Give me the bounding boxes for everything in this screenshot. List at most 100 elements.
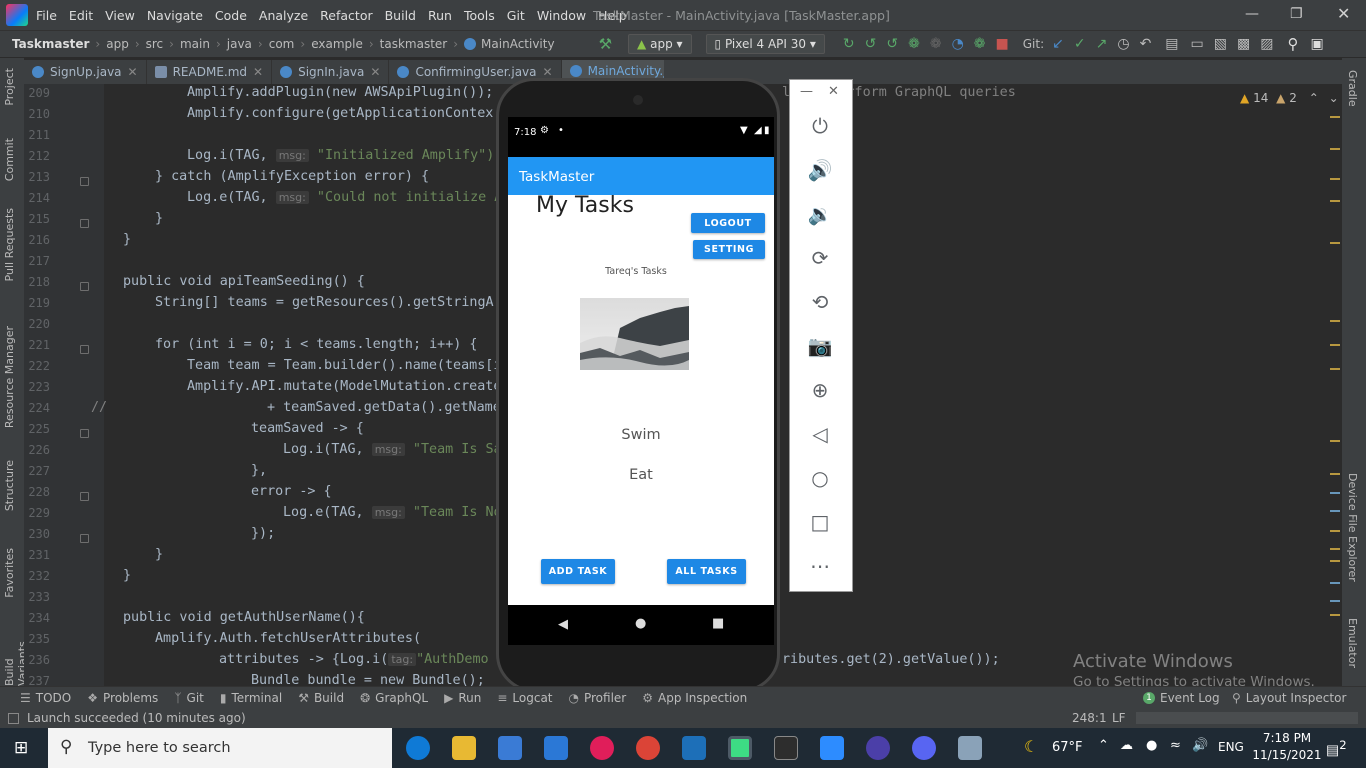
scrollbar-marker[interactable] bbox=[1330, 614, 1340, 616]
history-icon[interactable]: ◷ bbox=[1117, 36, 1129, 52]
rerun-icon[interactable]: ↻ bbox=[843, 36, 855, 52]
wifi-icon[interactable]: ≈ bbox=[1170, 738, 1181, 753]
breadcrumb-mainactivity[interactable]: MainActivity bbox=[481, 37, 555, 51]
tool-resource-manager[interactable]: Resource Manager bbox=[3, 326, 16, 428]
tool-app-inspection[interactable]: ⚙ App Inspection bbox=[642, 691, 747, 705]
scrollbar-marker[interactable] bbox=[1330, 473, 1340, 475]
breadcrumb-taskmaster[interactable]: taskmaster bbox=[380, 37, 448, 51]
tool-project[interactable]: Project bbox=[3, 68, 16, 106]
terminal-taskbar-icon[interactable] bbox=[774, 736, 798, 760]
volume-icon[interactable]: 🔊 bbox=[1192, 738, 1208, 753]
menu-window[interactable]: Window bbox=[537, 8, 586, 23]
notification-icon[interactable]: ▤2 bbox=[1326, 738, 1347, 759]
rotate-left-icon[interactable]: ⟳ bbox=[806, 244, 834, 272]
status-message[interactable]: Launch succeeded (10 minutes ago) bbox=[27, 711, 246, 725]
apply-changes-icon[interactable]: ↺ bbox=[865, 36, 877, 52]
scrollbar-marker[interactable] bbox=[1330, 344, 1340, 346]
breadcrumb-java[interactable]: java bbox=[227, 37, 252, 51]
menu-build[interactable]: Build bbox=[385, 8, 416, 23]
tool-graphql[interactable]: ❂ GraphQL bbox=[360, 691, 428, 705]
debug-attach-icon[interactable]: ❁ bbox=[974, 36, 986, 52]
tool-git[interactable]: ᛉ Git bbox=[174, 691, 204, 705]
fold-marker-icon[interactable] bbox=[80, 429, 89, 438]
phone-home-icon[interactable]: ● bbox=[635, 616, 646, 631]
clock-time[interactable]: 7:18 PM bbox=[1256, 731, 1318, 745]
scrollbar-marker[interactable] bbox=[1330, 148, 1340, 150]
phone-recents-icon[interactable]: ■ bbox=[712, 616, 724, 631]
search-icon[interactable]: ⚲ bbox=[1287, 35, 1298, 53]
logout-button[interactable]: LOGOUT bbox=[691, 213, 765, 233]
breadcrumb-main[interactable]: main bbox=[180, 37, 210, 51]
close-icon[interactable]: ✕ bbox=[828, 84, 839, 99]
minimize-icon[interactable]: — bbox=[800, 84, 813, 99]
scrollbar-marker[interactable] bbox=[1330, 582, 1340, 584]
menu-edit[interactable]: Edit bbox=[69, 8, 93, 23]
git-update-icon[interactable]: ↙ bbox=[1052, 36, 1064, 52]
tool-event-log[interactable]: 1 Event Log bbox=[1143, 691, 1220, 705]
menu-run[interactable]: Run bbox=[428, 8, 452, 23]
taskbar-search[interactable]: ⚲ Type here to search bbox=[48, 728, 392, 768]
file-explorer-icon[interactable] bbox=[452, 736, 476, 760]
scrollbar-marker[interactable] bbox=[1330, 530, 1340, 532]
fold-marker-icon[interactable] bbox=[80, 345, 89, 354]
scrollbar-marker[interactable] bbox=[1330, 242, 1340, 244]
more-icon[interactable]: ⋯ bbox=[806, 552, 834, 580]
breadcrumb-app[interactable]: app bbox=[106, 37, 129, 51]
task-item-eat[interactable]: Eat bbox=[508, 467, 774, 483]
menu-file[interactable]: File bbox=[36, 8, 57, 23]
git-push-icon[interactable]: ↗ bbox=[1096, 36, 1108, 52]
rotate-right-icon[interactable]: ⟲ bbox=[806, 288, 834, 316]
hammer-icon[interactable]: ⚒ bbox=[599, 35, 612, 53]
breadcrumb-src[interactable]: src bbox=[146, 37, 164, 51]
weather-icon[interactable]: ☾ bbox=[1024, 737, 1038, 756]
menu-code[interactable]: Code bbox=[215, 8, 247, 23]
memory-indicator[interactable] bbox=[1136, 712, 1358, 724]
menu-navigate[interactable]: Navigate bbox=[147, 8, 203, 23]
menu-refactor[interactable]: Refactor bbox=[320, 8, 372, 23]
close-tab-icon[interactable]: ✕ bbox=[370, 65, 380, 79]
home-icon[interactable]: ○ bbox=[806, 464, 834, 492]
mail-icon[interactable] bbox=[544, 736, 568, 760]
task-item-swim[interactable]: Swim bbox=[508, 427, 774, 443]
device-manager-icon[interactable]: ▧ bbox=[1214, 36, 1227, 52]
fold-marker-icon[interactable] bbox=[80, 219, 89, 228]
discord-icon[interactable] bbox=[912, 736, 936, 760]
apply-code-icon[interactable]: ↺ bbox=[886, 36, 898, 52]
fold-marker-icon[interactable] bbox=[80, 492, 89, 501]
overview-icon[interactable]: □ bbox=[806, 508, 834, 536]
sdk-manager-icon[interactable]: ▩ bbox=[1237, 36, 1250, 52]
tool-problems[interactable]: ❖ Problems bbox=[87, 691, 158, 705]
menu-tools[interactable]: Tools bbox=[464, 8, 495, 23]
project-structure-icon[interactable]: ▤ bbox=[1165, 36, 1178, 52]
power-icon[interactable]: ⏻ bbox=[806, 112, 834, 140]
minimize-icon[interactable]: — bbox=[1245, 6, 1259, 22]
tool-todo[interactable]: ☰ TODO bbox=[20, 691, 71, 705]
volume-down-icon[interactable]: 🔉 bbox=[806, 200, 834, 228]
app-icon[interactable] bbox=[866, 736, 890, 760]
breadcrumb-project[interactable]: Taskmaster bbox=[12, 37, 89, 51]
menu-analyze[interactable]: Analyze bbox=[259, 8, 308, 23]
scrollbar-marker[interactable] bbox=[1330, 368, 1340, 370]
temperature[interactable]: 67°F bbox=[1052, 740, 1083, 755]
zoom-app-icon[interactable] bbox=[820, 736, 844, 760]
scrollbar-marker[interactable] bbox=[1330, 560, 1340, 562]
chevron-down-icon[interactable]: ⌄ bbox=[1329, 91, 1339, 105]
tool-structure[interactable]: Structure bbox=[3, 460, 16, 511]
word-icon[interactable] bbox=[682, 736, 706, 760]
restore-icon[interactable]: ❐ bbox=[1290, 6, 1303, 22]
slack-icon[interactable] bbox=[590, 736, 614, 760]
tool-gradle[interactable]: Gradle bbox=[1346, 70, 1359, 107]
rollback-icon[interactable]: ↶ bbox=[1140, 36, 1152, 52]
tool-emulator[interactable]: Emulator bbox=[1346, 618, 1359, 668]
chrome-icon[interactable] bbox=[636, 736, 660, 760]
scrollbar-marker[interactable] bbox=[1330, 178, 1340, 180]
zoom-icon[interactable]: ⊕ bbox=[806, 376, 834, 404]
close-icon[interactable]: ✕ bbox=[1337, 4, 1350, 23]
attach-debugger-icon[interactable]: ❁ bbox=[930, 36, 942, 52]
paint-icon[interactable] bbox=[958, 736, 982, 760]
module-dropdown[interactable]: ▲ app ▾ bbox=[628, 34, 692, 54]
tool-device-file-explorer[interactable]: Device File Explorer bbox=[1346, 473, 1359, 582]
close-tab-icon[interactable]: ✕ bbox=[128, 65, 138, 79]
scrollbar-marker[interactable] bbox=[1330, 548, 1340, 550]
add-task-button[interactable]: ADD TASK bbox=[541, 559, 615, 584]
